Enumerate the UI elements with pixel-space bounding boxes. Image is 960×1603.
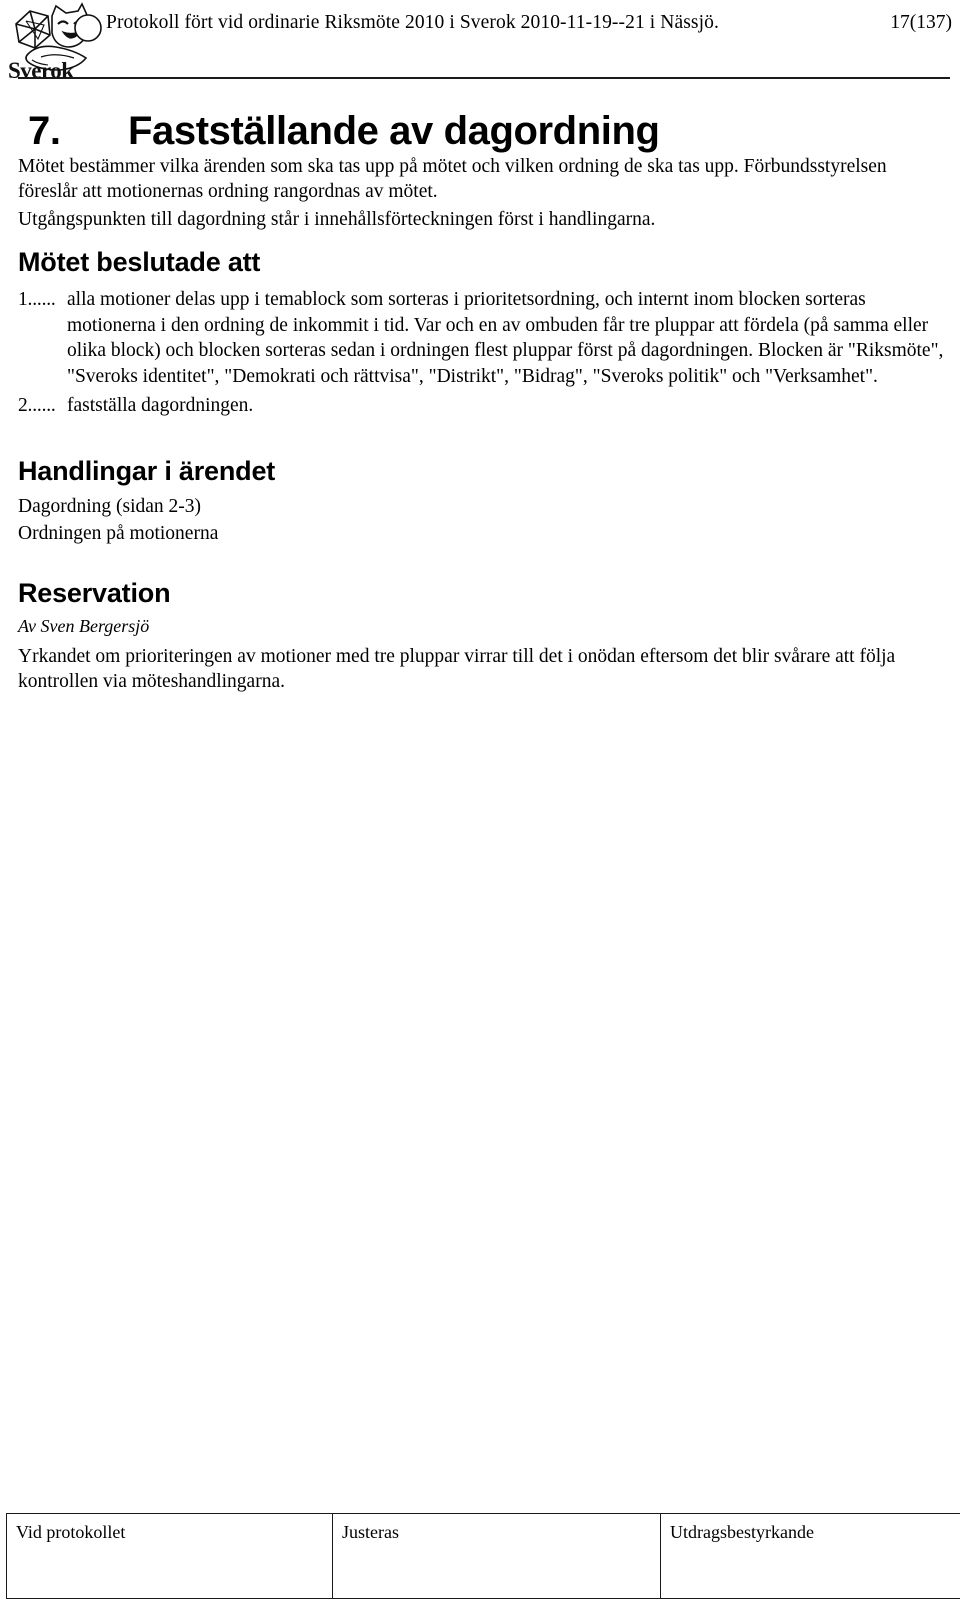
section-number: 7. bbox=[28, 109, 61, 153]
section-title: Fastställande av dagordning bbox=[128, 109, 660, 153]
decisions-list: 1...... alla motioner delas upp i temabl… bbox=[0, 279, 960, 419]
reservation-heading: Reservation bbox=[18, 577, 171, 608]
signature-cell-utdragsbestyrkande: Utdragsbestyrkande bbox=[660, 1513, 960, 1599]
header-document-title: Protokoll fört vid ordinarie Riksmöte 20… bbox=[106, 12, 719, 33]
page-title: 7. Fastställande av dagordning bbox=[0, 84, 960, 154]
document-body: 7. Fastställande av dagordning Mötet bes… bbox=[0, 84, 960, 694]
list-item: 2...... fastställa dagordningen. bbox=[18, 393, 946, 419]
table-row: Vid protokollet Justeras Utdragsbestyrka… bbox=[6, 1513, 960, 1599]
list-item-text: alla motioner delas upp i temablock som … bbox=[67, 289, 944, 387]
intro-paragraph-2: Utgångspunkten till dagordning står i in… bbox=[18, 209, 656, 230]
list-item: Ordningen på motionerna bbox=[18, 522, 219, 544]
signature-cell-vid-protokollet: Vid protokollet bbox=[6, 1513, 333, 1599]
intro-paragraph-1: Mötet bestämmer vilka ärenden som ska ta… bbox=[18, 156, 887, 202]
sverok-logo: Sverok bbox=[8, 2, 104, 82]
documents-list: Dagordning (sidan 2-3) Ordningen på moti… bbox=[0, 488, 960, 547]
documents-heading: Handlingar i ärendet bbox=[18, 455, 276, 486]
page-header: Sverok Protokoll fört vid ordinarie Riks… bbox=[0, 0, 960, 84]
list-item-text: fastställa dagordningen. bbox=[67, 395, 254, 416]
list-item: 1...... alla motioner delas upp i temabl… bbox=[18, 287, 946, 389]
header-divider bbox=[18, 77, 950, 79]
list-item-marker: 1...... bbox=[18, 289, 56, 310]
header-page-number: 17(137) bbox=[890, 12, 952, 33]
signature-cell-justeras: Justeras bbox=[332, 1513, 661, 1599]
reservation-author: Av Sven Bergersjö bbox=[18, 615, 150, 636]
list-item-marker: 2...... bbox=[18, 395, 56, 416]
signature-table: Vid protokollet Justeras Utdragsbestyrka… bbox=[6, 1513, 960, 1599]
list-item: Dagordning (sidan 2-3) bbox=[18, 495, 202, 517]
reservation-text: Yrkandet om prioriteringen av motioner m… bbox=[18, 645, 896, 692]
decisions-heading: Mötet beslutade att bbox=[18, 247, 261, 277]
